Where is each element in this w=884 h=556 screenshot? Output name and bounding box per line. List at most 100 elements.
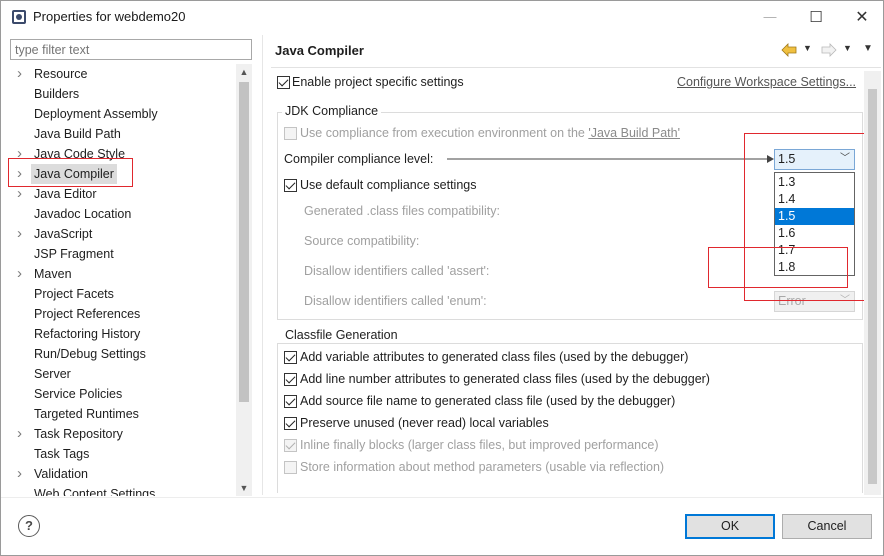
footer-separator: [1, 497, 883, 498]
classfile-option-checkbox[interactable]: [284, 373, 297, 386]
jdk-compliance-title: JDK Compliance: [282, 104, 382, 118]
sidebar-item[interactable]: › Validation: [10, 464, 236, 484]
classfile-option-label: Store information about method parameter…: [300, 460, 665, 474]
sidebar-item[interactable]: › Maven: [10, 264, 236, 284]
configure-workspace-link[interactable]: Configure Workspace Settings...: [677, 75, 856, 89]
sidebar-item-label: Service Policies: [34, 387, 123, 401]
sidebar-item-label: Java Build Path: [34, 127, 121, 141]
expand-chevron-icon[interactable]: ›: [17, 424, 27, 444]
sidebar-item[interactable]: › Java Editor: [10, 184, 236, 204]
sidebar-item[interactable]: Service Policies: [10, 384, 236, 404]
classfile-option-checkbox[interactable]: [284, 461, 297, 474]
tree-scroll-thumb[interactable]: [239, 82, 249, 402]
sidebar-item[interactable]: › Resource: [10, 64, 236, 84]
expand-chevron-icon[interactable]: ›: [17, 264, 27, 284]
sidebar-item-label: Server: [34, 367, 71, 381]
sidebar-item[interactable]: Run/Debug Settings: [10, 344, 236, 364]
properties-icon: [12, 10, 26, 24]
title-bar: Properties for webdemo20 — ☐ ✕: [1, 1, 883, 33]
classfile-option-label: Add source file name to generated class …: [300, 394, 676, 408]
view-menu-icon[interactable]: ▼: [863, 43, 873, 54]
sidebar-item-label: Project Facets: [34, 287, 114, 301]
classfile-option-checkbox[interactable]: [284, 395, 297, 408]
sidebar-item-label: JSP Fragment: [34, 247, 114, 261]
classfile-option-checkbox[interactable]: [284, 439, 297, 452]
expand-chevron-icon[interactable]: ›: [17, 64, 27, 84]
annotation-highlight-option: [708, 247, 848, 288]
sidebar-item-label: Java Editor: [34, 187, 97, 201]
java-build-path-link[interactable]: 'Java Build Path': [588, 126, 680, 140]
page-scrollbar[interactable]: [864, 71, 881, 495]
sidebar-item[interactable]: Refactoring History: [10, 324, 236, 344]
classfile-option-label: Add line number attributes to generated …: [300, 372, 710, 386]
sidebar-item[interactable]: Targeted Runtimes: [10, 404, 236, 424]
sidebar-item-label: JavaScript: [34, 227, 93, 241]
sidebar-item-label: Deployment Assembly: [34, 107, 158, 121]
page-nav: ▼ ▼ ▼: [781, 41, 876, 59]
scroll-up-icon[interactable]: ▲: [236, 64, 252, 80]
sidebar-item[interactable]: Java Build Path: [10, 124, 236, 144]
maximize-button[interactable]: ☐: [793, 1, 839, 32]
sidebar-item[interactable]: › JavaScript: [10, 224, 236, 244]
panel-splitter[interactable]: [262, 35, 263, 495]
annotation-arrow: [447, 155, 774, 163]
generated-class-label: Generated .class files compatibility:: [304, 204, 500, 218]
sidebar-item-label: Task Tags: [34, 447, 90, 461]
back-arrow-icon[interactable]: [781, 43, 797, 57]
sidebar-item-label: Builders: [34, 87, 80, 101]
minimize-icon: —: [763, 9, 777, 24]
sidebar-item[interactable]: Deployment Assembly: [10, 104, 236, 124]
sidebar-item-label: Javadoc Location: [34, 207, 132, 221]
sidebar-item-label: Validation: [34, 467, 88, 481]
classfile-option-label: Inline finally blocks (larger class file…: [300, 438, 659, 452]
sidebar-item[interactable]: Project References: [10, 304, 236, 324]
property-tree: › Resource Builders Deployment Assembly Java…: [10, 64, 236, 496]
sidebar-item[interactable]: Server: [10, 364, 236, 384]
sidebar-item[interactable]: Builders: [10, 84, 236, 104]
use-default-compliance-label: Use default compliance settings: [300, 178, 477, 192]
close-button[interactable]: ✕: [839, 1, 883, 32]
use-default-compliance-checkbox[interactable]: [284, 179, 297, 192]
forward-menu-icon[interactable]: ▼: [843, 43, 852, 53]
classfile-option-label: Preserve unused (never read) local varia…: [300, 416, 549, 430]
help-icon: ?: [25, 518, 33, 533]
sidebar-item[interactable]: JSP Fragment: [10, 244, 236, 264]
use-compliance-env-checkbox[interactable]: [284, 127, 297, 140]
classfile-option-checkbox[interactable]: [284, 417, 297, 430]
sidebar-item[interactable]: › Task Repository: [10, 424, 236, 444]
use-compliance-env-text: Use compliance from execution environmen…: [300, 126, 589, 140]
use-compliance-env-label: Use compliance from execution environmen…: [300, 126, 680, 140]
sidebar-item[interactable]: Task Tags: [10, 444, 236, 464]
compliance-level-label: Compiler compliance level:: [284, 152, 434, 166]
back-menu-icon[interactable]: ▼: [803, 43, 812, 53]
filter-input[interactable]: [10, 39, 252, 60]
classfile-option-checkbox[interactable]: [284, 351, 297, 364]
classfile-generation-title: Classfile Generation: [282, 328, 401, 342]
close-icon: ✕: [855, 8, 869, 26]
cancel-button[interactable]: Cancel: [782, 514, 872, 539]
properties-dialog: Properties for webdemo20 — ☐ ✕ › Resource…: [0, 0, 884, 556]
help-button[interactable]: ?: [18, 515, 40, 537]
forward-arrow-icon[interactable]: [821, 43, 837, 57]
sidebar-item[interactable]: Javadoc Location: [10, 204, 236, 224]
sidebar-item-label: Targeted Runtimes: [34, 407, 139, 421]
tree-scrollbar[interactable]: ▲ ▼: [236, 64, 252, 496]
sidebar-item-label: Refactoring History: [34, 327, 141, 341]
scroll-down-icon[interactable]: ▼: [236, 480, 252, 496]
disallow-assert-label: Disallow identifiers called 'assert':: [304, 264, 490, 278]
minimize-button[interactable]: —: [747, 1, 793, 32]
sidebar-item[interactable]: Project Facets: [10, 284, 236, 304]
expand-chevron-icon[interactable]: ›: [17, 224, 27, 244]
enable-specific-label: Enable project specific settings: [292, 75, 464, 89]
expand-chevron-icon[interactable]: ›: [17, 464, 27, 484]
disallow-enum-label: Disallow identifiers called 'enum':: [304, 294, 487, 308]
page-scroll-thumb[interactable]: [868, 89, 877, 484]
sidebar-item-label: Run/Debug Settings: [34, 347, 146, 361]
enable-specific-checkbox[interactable]: [277, 76, 290, 89]
maximize-icon: ☐: [809, 8, 823, 26]
sidebar-item-label: Resource: [34, 67, 88, 81]
expand-chevron-icon[interactable]: ›: [17, 184, 27, 204]
source-compat-label: Source compatibility:: [304, 234, 420, 248]
ok-button[interactable]: OK: [685, 514, 775, 539]
sidebar-item[interactable]: Web Content Settings: [10, 484, 236, 496]
